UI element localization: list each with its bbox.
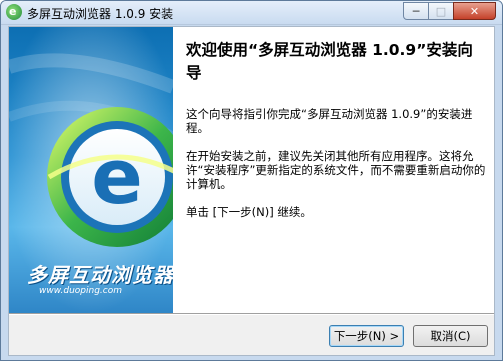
continue-text: 单击 [下一步(N)] 继续。 [186,205,312,219]
app-icon: e [6,4,22,20]
intro-text: 这个向导将指引你完成“多屏互动浏览器 1.0.9”的安装进程。 [186,107,473,135]
minimize-button[interactable]: ─ [403,2,429,20]
svg-text:e: e [91,132,143,221]
sidebar-banner: e 多屏互动浏览器 www.duoping.com [9,27,173,313]
button-bar: 下一步(N) > 取消(C) [9,315,494,355]
wizard-page: e 多屏互动浏览器 www.duoping.com 欢迎使用“多屏互动浏览器 1… [8,26,495,356]
caption-buttons: ─ □ ✕ [403,2,496,20]
welcome-content: 欢迎使用“多屏互动浏览器 1.0.9”安装向导 这个向导将指引你完成“多屏互动浏… [186,39,486,219]
installer-window: e 多屏互动浏览器 1.0.9 安装 ─ □ ✕ e 多屏互动浏览器 www.d… [0,0,503,361]
maximize-button[interactable]: □ [428,2,454,20]
advice-text: 在开始安装之前，建议先关闭其他所有应用程序。这将允许“安装程序”更新指定的系统文… [186,149,486,191]
maximize-icon: □ [435,4,447,18]
minimize-icon: ─ [412,4,420,18]
title-bar[interactable]: e 多屏互动浏览器 1.0.9 安装 ─ □ ✕ [1,1,502,25]
close-button[interactable]: ✕ [453,2,496,20]
brand-url: www.duoping.com [39,286,123,296]
page-title: 欢迎使用“多屏互动浏览器 1.0.9”安装向导 [186,41,473,82]
brand-name: 多屏互动浏览器 [27,263,173,287]
close-icon: ✕ [469,4,480,18]
cancel-button[interactable]: 取消(C) [413,325,488,347]
window-title: 多屏互动浏览器 1.0.9 安装 [27,7,174,21]
next-button[interactable]: 下一步(N) > [329,325,404,347]
